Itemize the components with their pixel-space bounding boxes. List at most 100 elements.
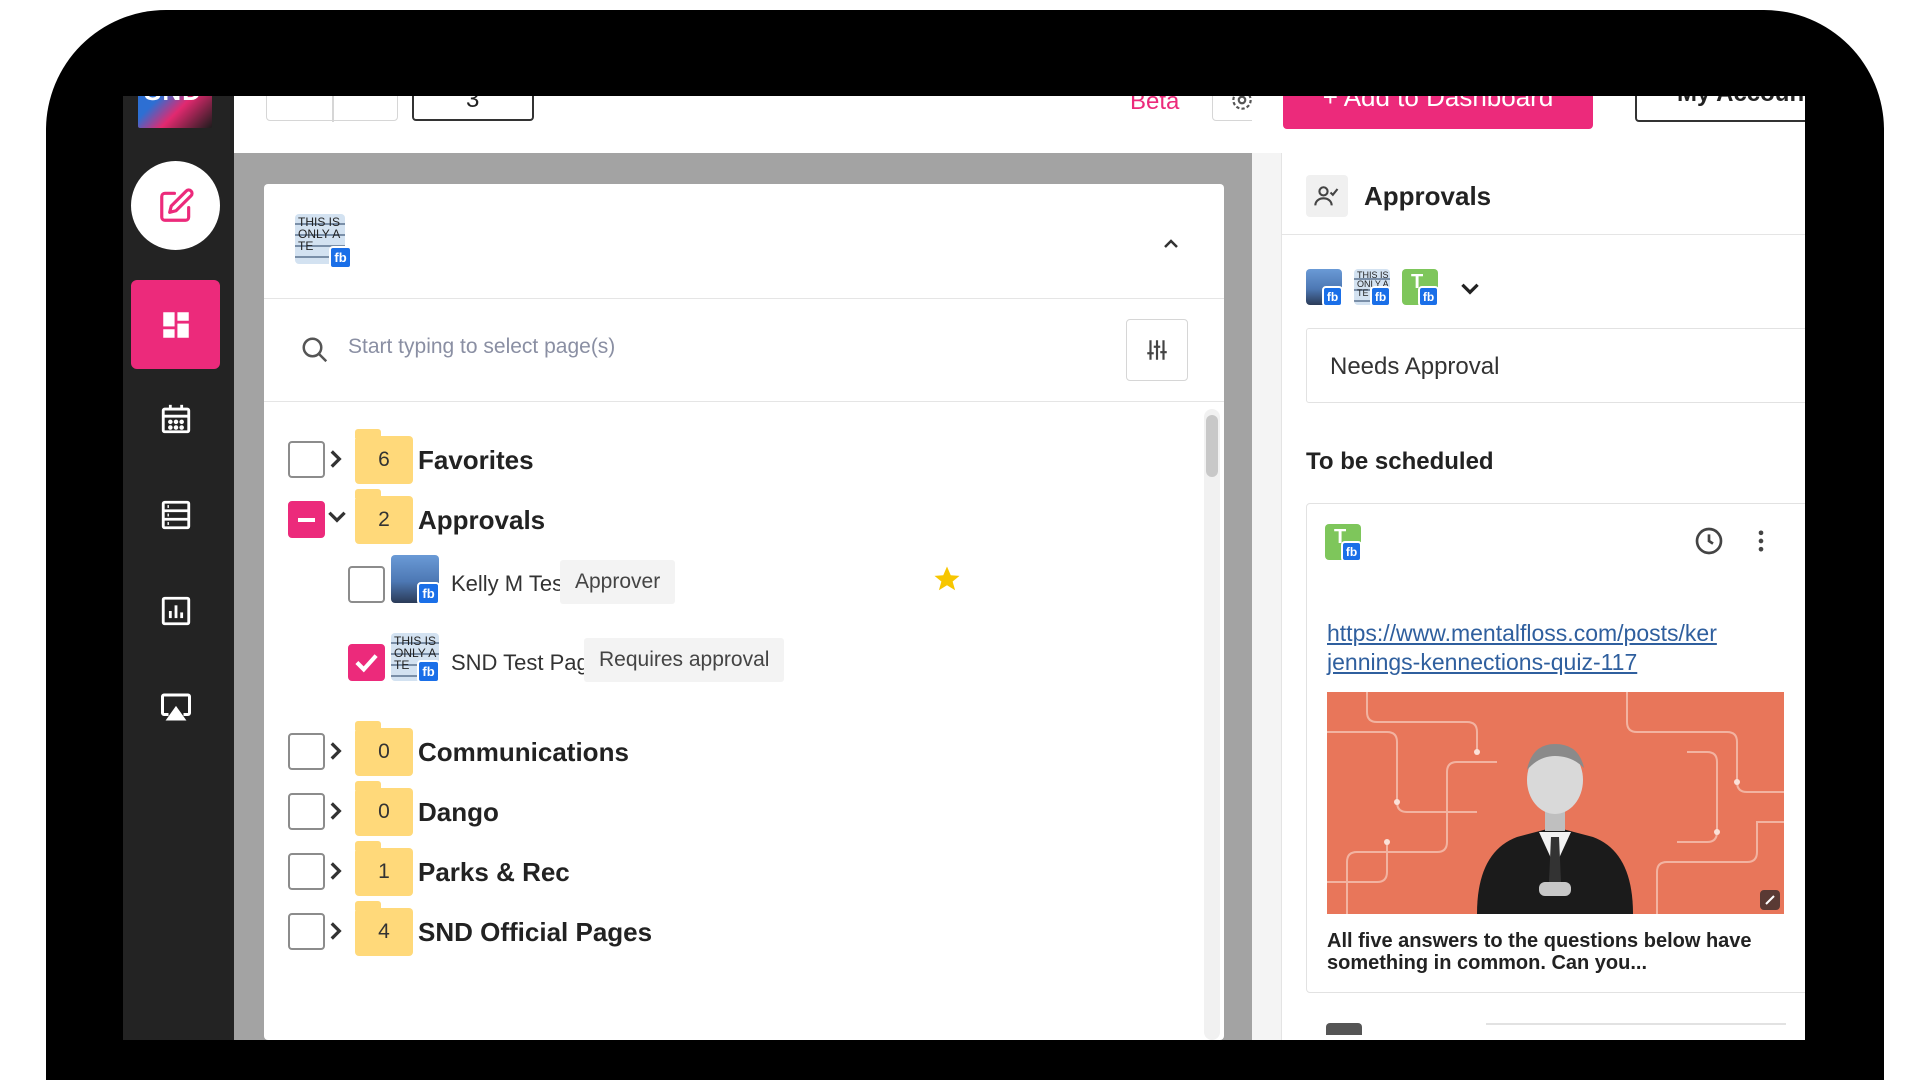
group-row-parks-rec[interactable]: 1 Parks & Rec	[264, 841, 1164, 901]
calendar-icon	[161, 404, 190, 433]
page-selector-panel: THIS IS ONLY A TE fb Start typing to sel…	[264, 184, 1224, 1040]
post-caption: All five answers to the questions below …	[1327, 930, 1752, 974]
folder-icon: 6	[355, 429, 413, 484]
nav-list[interactable]	[131, 470, 220, 559]
post-link-line-1: https://www.mentalfloss.com/posts/ker	[1327, 620, 1717, 646]
group-row-communications[interactable]: 0 Communications	[264, 721, 1164, 781]
chevron-right-icon[interactable]	[322, 798, 348, 824]
sidebar: SND	[123, 96, 234, 1040]
group-checkbox[interactable]	[288, 913, 325, 950]
page-checkbox-checked[interactable]	[348, 644, 385, 681]
folder-icon: 1	[355, 841, 413, 896]
approvals-panel: Approvals fb THIS IS ONLY A TE fb T fb N…	[1281, 153, 1805, 1040]
folder-count: 4	[378, 920, 390, 943]
analytics-icon	[161, 596, 190, 625]
section-title: To be scheduled	[1306, 448, 1494, 475]
group-row-snd-official-pages[interactable]: 4 SND Official Pages	[264, 901, 1164, 961]
page-selector-header[interactable]: THIS IS ONLY A TE fb	[264, 184, 1224, 299]
folder-icon: 0	[355, 721, 413, 776]
group-label: Parks & Rec	[418, 857, 570, 887]
app-screen: SND	[123, 96, 1805, 1040]
group-checkbox[interactable]	[288, 441, 325, 478]
scrollbar[interactable]	[1204, 409, 1220, 1040]
compose-button[interactable]	[131, 161, 220, 250]
chevron-right-icon[interactable]	[322, 918, 348, 944]
folder-icon: 4	[355, 901, 413, 956]
folder-count: 0	[378, 800, 390, 823]
group-row-favorites[interactable]: 6 Favorites	[264, 429, 1164, 489]
group-checkbox[interactable]	[288, 793, 325, 830]
page-search-row: Start typing to select page(s)	[264, 299, 1224, 402]
add-to-dashboard-button[interactable]: + Add to Dashboard	[1283, 96, 1593, 129]
beta-label: Beta	[1130, 96, 1180, 115]
chevron-down-icon[interactable]	[1457, 275, 1483, 301]
facebook-badge: fb	[1370, 286, 1391, 307]
list-icon	[161, 500, 190, 529]
folder-icon: 2	[355, 489, 413, 544]
facebook-badge: fb	[329, 246, 352, 269]
page-name: SND Test Page	[451, 650, 602, 675]
post-link[interactable]: https://www.mentalfloss.com/posts/ker je…	[1327, 619, 1787, 677]
status-dropdown[interactable]: Needs Approval	[1306, 328, 1805, 403]
chevron-up-icon[interactable]	[1159, 232, 1183, 256]
circuit-pattern	[1327, 692, 1784, 914]
role-tag: Requires approval	[584, 638, 785, 682]
chevron-right-icon[interactable]	[322, 446, 348, 472]
group-label: Communications	[418, 737, 629, 767]
post-card[interactable]: T fb https://www.mentalfloss.com/posts/k…	[1306, 503, 1805, 993]
facebook-badge: fb	[417, 660, 440, 683]
page-checkbox[interactable]	[348, 566, 385, 603]
facebook-badge: fb	[1322, 286, 1343, 307]
logo-text: SND	[144, 96, 202, 107]
page-count-button[interactable]: 3	[412, 96, 534, 121]
group-checkbox[interactable]	[288, 733, 325, 770]
page-row-kelly-m-test[interactable]: fb Kelly M Test Approver	[264, 552, 1164, 622]
monitor-icon	[160, 693, 191, 720]
page-count: 3	[466, 96, 480, 113]
star-icon[interactable]	[932, 564, 962, 594]
scroll-thumb[interactable]	[1206, 415, 1218, 477]
edit-icon	[159, 187, 194, 222]
group-row-dango[interactable]: 0 Dango	[264, 781, 1164, 841]
search-input[interactable]: Start typing to select page(s)	[348, 335, 615, 359]
group-row-approvals[interactable]: 2 Approvals	[264, 489, 1164, 549]
next-post-card	[1306, 1023, 1805, 1040]
sliders-icon	[1147, 340, 1167, 360]
page-row-snd-test-page[interactable]: THIS IS ONLY A TE fb SND Test Page Requi…	[264, 630, 1164, 700]
stage: SND	[0, 0, 1920, 1080]
nav-calendar[interactable]	[131, 374, 220, 463]
chevron-down-icon[interactable]	[324, 503, 350, 529]
chevron-right-icon[interactable]	[322, 738, 348, 764]
group-label: SND Official Pages	[418, 917, 653, 947]
group-label: Approvals	[418, 505, 546, 535]
filter-button[interactable]	[1126, 319, 1188, 381]
clock-icon[interactable]	[1693, 525, 1725, 557]
my-account-label: My Account	[1677, 96, 1805, 107]
nav-analytics[interactable]	[131, 566, 220, 655]
nav-display[interactable]	[131, 662, 220, 751]
app-logo[interactable]: SND	[138, 96, 212, 128]
folder-icon: 0	[355, 781, 413, 836]
approvals-header: Approvals	[1282, 153, 1805, 235]
link-icon	[1760, 890, 1780, 910]
add-to-dashboard-label: + Add to Dashboard	[1322, 96, 1554, 112]
group-label: Favorites	[418, 445, 534, 475]
nav-dashboard[interactable]	[131, 280, 220, 369]
approvals-title: Approvals	[1364, 181, 1492, 211]
folder-count: 6	[378, 448, 390, 471]
group-checkbox-indeterminate[interactable]	[288, 501, 325, 538]
role-tag: Approver	[560, 560, 676, 604]
nav-arrows-button[interactable]	[266, 96, 398, 122]
facebook-badge: fb	[1418, 286, 1439, 307]
my-account-button[interactable]: My Account	[1635, 96, 1805, 122]
chevron-right-icon[interactable]	[322, 858, 348, 884]
post-link-preview-image[interactable]	[1327, 692, 1784, 914]
page-name: Kelly M Test	[451, 571, 570, 596]
group-label: Dango	[418, 797, 499, 827]
post-link-line-2: jennings-kennections-quiz-117	[1327, 649, 1638, 675]
more-vertical-icon[interactable]	[1747, 527, 1775, 555]
folder-count: 0	[378, 740, 390, 763]
group-checkbox[interactable]	[288, 853, 325, 890]
person-illustration	[1477, 744, 1633, 914]
search-icon	[302, 337, 328, 363]
